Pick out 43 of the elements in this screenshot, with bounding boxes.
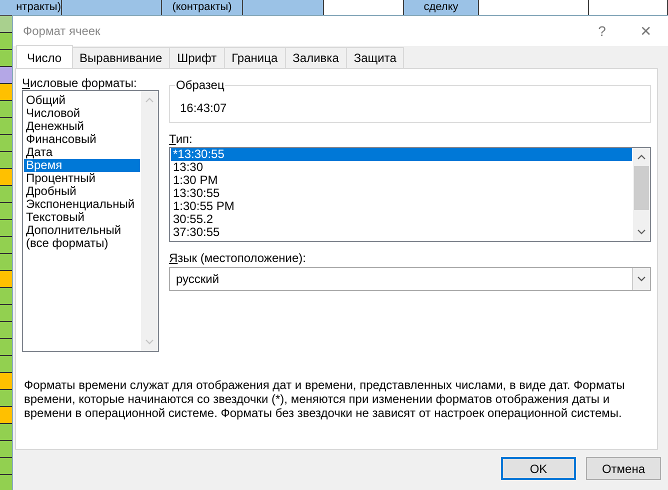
list-item[interactable]: Время: [24, 159, 140, 172]
scroll-thumb[interactable]: [634, 166, 649, 210]
dialog-button[interactable]: OK: [501, 457, 576, 480]
list-item[interactable]: Текстовый: [24, 211, 140, 224]
scrollbar[interactable]: [633, 148, 650, 241]
tab[interactable]: Число: [16, 45, 73, 68]
category-list[interactable]: Общий Числовой Денежный Финансовый Дата Время Процентный Дробный Экспоненциальный Текстовый Дополнительный (все форматы): [22, 90, 159, 352]
list-item[interactable]: 1:30 PM: [171, 174, 632, 187]
description-text: Форматы времени служат для отображения дат и времени, представленных числами, в виде дат. Форматы времени, которые начинаются со звездочки (*), меняются при изменении форматов отображения даты и времени в операционной системе. Форматы без звездочки не зависят от настроек операционной системы.: [23, 378, 626, 420]
list-item[interactable]: Денежный: [24, 120, 140, 133]
scroll-up-icon[interactable]: [637, 154, 646, 160]
list-item[interactable]: Процентный: [24, 172, 140, 185]
locale-dropdown[interactable]: русский: [169, 267, 651, 291]
list-item[interactable]: Числовой: [24, 107, 140, 120]
list-item[interactable]: Общий: [24, 94, 140, 107]
list-item[interactable]: Дата: [24, 146, 140, 159]
scroll-down-icon[interactable]: [637, 229, 646, 235]
list-item[interactable]: 37:30:55: [171, 226, 632, 239]
list-item[interactable]: Дополнительный: [24, 224, 140, 237]
help-button[interactable]: ?: [580, 23, 624, 39]
list-item[interactable]: *13:30:55: [171, 148, 632, 161]
list-item[interactable]: Финансовый: [24, 133, 140, 146]
list-item[interactable]: 13:30: [171, 161, 632, 174]
type-list[interactable]: *13:30:55 13:30 1:30 PM 13:30:55 1:30:55 PM 30:55.2 37:30:55: [169, 147, 651, 242]
spreadsheet-cell: (контракты): [162, 0, 243, 15]
list-item[interactable]: 30:55.2: [171, 213, 632, 226]
list-item[interactable]: 1:30:55 PM: [171, 200, 632, 213]
spreadsheet-cell: нтракты): [0, 0, 62, 15]
tab[interactable]: Защита: [346, 47, 404, 68]
sample-value: 16:43:07: [179, 100, 228, 115]
group-label: Образец: [175, 78, 226, 92]
list-item[interactable]: Дробный: [24, 185, 140, 198]
spreadsheet-cell: сделку: [404, 0, 479, 15]
dropdown-label: Язык (местоположение):: [169, 252, 307, 265]
dialog-button[interactable]: Отмена: [586, 457, 661, 480]
window-title: Формат ячеек: [22, 24, 102, 38]
list-label: Тип:: [169, 133, 194, 146]
list-label: Числовые форматы:: [22, 77, 138, 90]
close-button[interactable]: ✕: [624, 23, 668, 39]
list-item[interactable]: Экспоненциальный: [24, 198, 140, 211]
list-item[interactable]: (все форматы): [24, 237, 140, 250]
dropdown-value: русский: [175, 272, 220, 286]
list-item[interactable]: 13:30:55: [171, 187, 632, 200]
